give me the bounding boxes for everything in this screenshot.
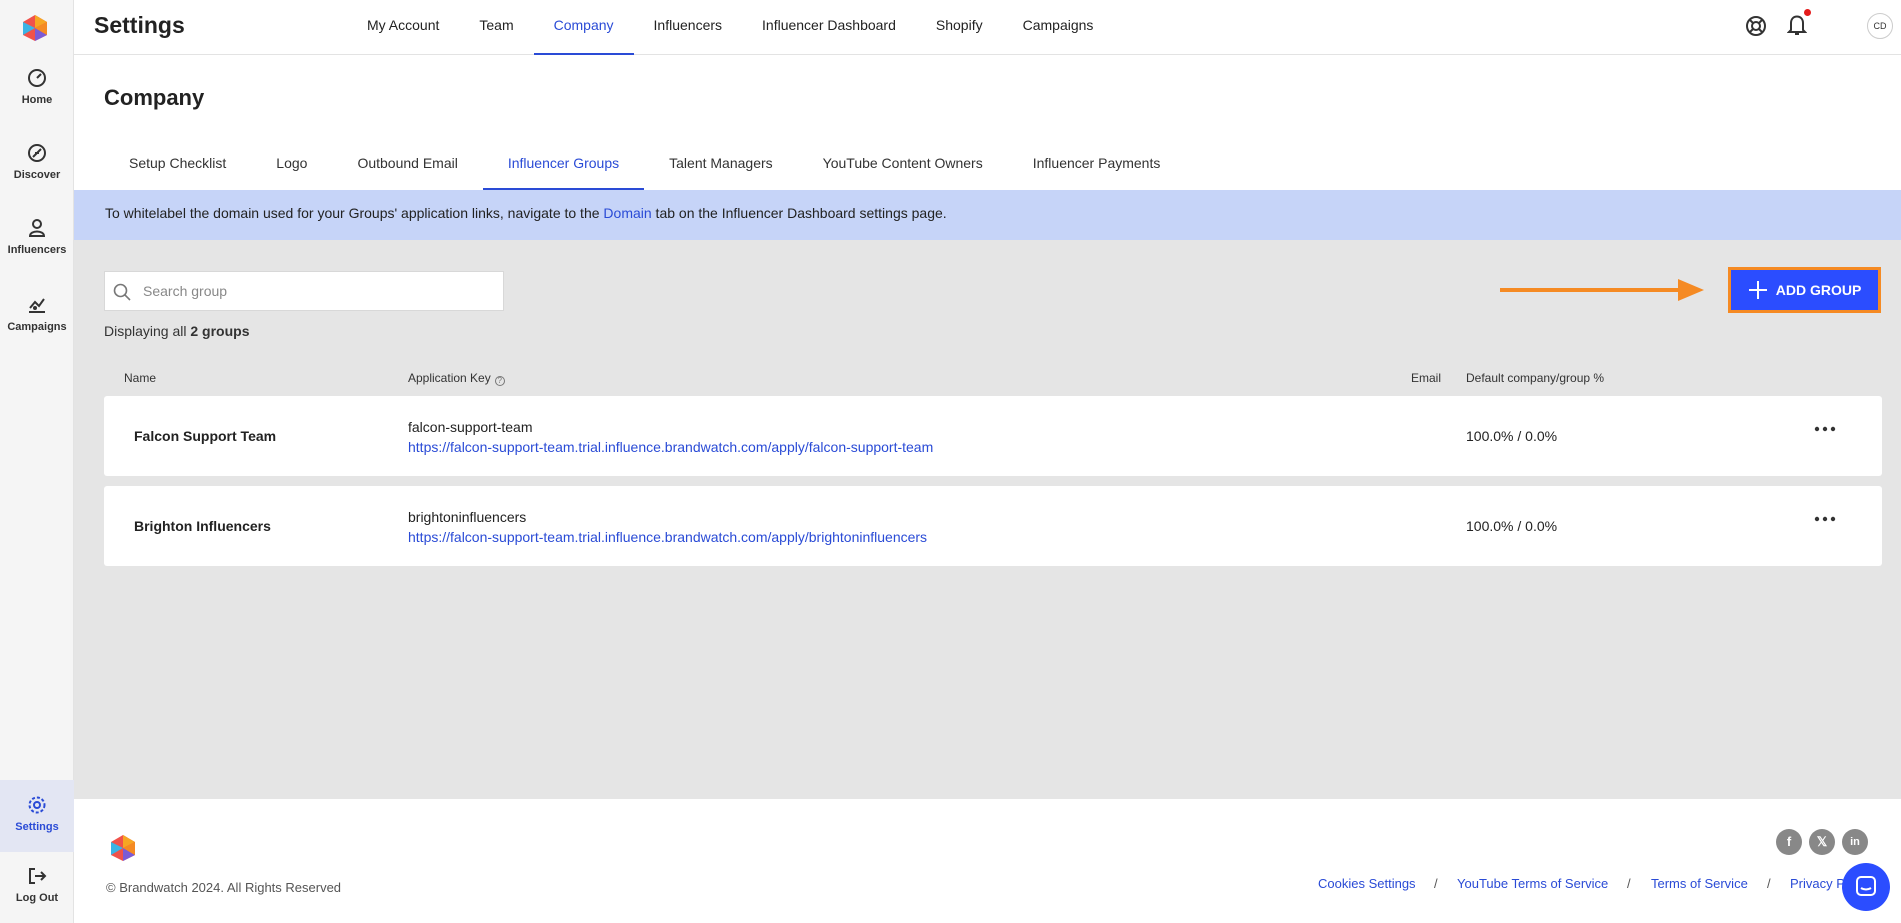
sidebar-item-label: Log Out: [15, 892, 59, 904]
tab-company[interactable]: Company: [533, 0, 634, 55]
sidebar-item-label: Influencers: [7, 244, 67, 256]
copyright: © Brandwatch 2024. All Rights Reserved: [106, 880, 342, 895]
link-separator: /: [1767, 876, 1771, 891]
column-header-name: Name: [124, 371, 157, 385]
add-group-label: ADD GROUP: [1775, 282, 1862, 298]
company-subtabs: Setup Checklist Logo Outbound Email Infl…: [104, 143, 1185, 190]
subtab-influencer-payments[interactable]: Influencer Payments: [1008, 143, 1186, 190]
subtab-setup-checklist[interactable]: Setup Checklist: [104, 143, 251, 190]
column-header-default-pct: Default company/group %: [1466, 371, 1605, 385]
count-prefix: Displaying all: [104, 323, 191, 339]
footer: © Brandwatch 2024. All Rights Reserved f…: [74, 799, 1901, 923]
default-percentage: 100.0% / 0.0%: [1466, 428, 1558, 444]
count-value: 2 groups: [190, 323, 250, 339]
subtab-youtube-content-owners[interactable]: YouTube Content Owners: [798, 143, 1008, 190]
tab-team[interactable]: Team: [459, 0, 533, 55]
table-row[interactable]: Brighton Influencers brightoninfluencers…: [104, 486, 1882, 566]
table-row[interactable]: Falcon Support Team falcon-support-team …: [104, 396, 1882, 476]
home-icon: [28, 69, 46, 87]
logout-icon: [29, 868, 47, 884]
compass-icon: [28, 144, 46, 162]
column-header-email: Email: [1411, 371, 1442, 385]
application-key: falcon-support-team: [408, 419, 533, 435]
bell-icon[interactable]: [1787, 13, 1807, 37]
application-link[interactable]: https://falcon-support-team.trial.influe…: [408, 439, 933, 455]
person-icon: [28, 219, 46, 237]
x-twitter-icon[interactable]: 𝕏: [1809, 829, 1835, 855]
search-input[interactable]: [143, 272, 498, 310]
plus-icon: [1748, 281, 1767, 299]
sidebar-item-home[interactable]: Home: [0, 68, 74, 130]
subtab-logo[interactable]: Logo: [251, 143, 332, 190]
sidebar-item-label: Discover: [13, 169, 61, 181]
linkedin-icon[interactable]: in: [1842, 829, 1868, 855]
chat-widget-button[interactable]: [1842, 863, 1890, 911]
youtube-terms-link[interactable]: YouTube Terms of Service: [1457, 876, 1608, 891]
domain-link[interactable]: Domain: [603, 205, 651, 221]
sidebar: Home Discover Influencers Campaigns Sett…: [0, 0, 74, 923]
cookies-settings-link[interactable]: Cookies Settings: [1318, 876, 1416, 891]
sidebar-item-logout[interactable]: Log Out: [0, 866, 74, 923]
tab-campaigns[interactable]: Campaigns: [1003, 0, 1114, 55]
tab-my-account[interactable]: My Account: [347, 0, 459, 55]
search-icon: [113, 283, 131, 301]
sidebar-item-settings[interactable]: Settings: [0, 780, 74, 852]
arrow-annotation-icon: [1500, 279, 1704, 301]
group-name: Falcon Support Team: [134, 428, 277, 444]
default-percentage: 100.0% / 0.0%: [1466, 518, 1558, 534]
page-title: Company: [104, 85, 205, 110]
sidebar-item-campaigns[interactable]: Campaigns: [0, 295, 74, 357]
campaign-chart-icon: [29, 298, 45, 313]
chat-icon: [1856, 876, 1876, 896]
app-title: Settings: [94, 12, 185, 38]
subtab-talent-managers[interactable]: Talent Managers: [644, 143, 798, 190]
tab-shopify[interactable]: Shopify: [916, 0, 1003, 55]
notice-text-before: To whitelabel the domain used for your G…: [105, 205, 604, 221]
facebook-icon[interactable]: f: [1776, 829, 1802, 855]
brandwatch-footer-logo: [111, 835, 135, 861]
add-group-button[interactable]: ADD GROUP: [1728, 267, 1881, 313]
tab-influencers[interactable]: Influencers: [634, 0, 742, 55]
avatar[interactable]: CD: [1867, 13, 1893, 39]
terms-of-service-link[interactable]: Terms of Service: [1651, 876, 1748, 891]
more-options-icon[interactable]: [1814, 424, 1836, 434]
brandwatch-logo[interactable]: [22, 14, 48, 42]
application-key-label: Application Key: [408, 371, 491, 385]
sidebar-item-label: Home: [21, 94, 53, 106]
sidebar-item-label: Campaigns: [7, 321, 67, 333]
more-options-icon[interactable]: [1814, 514, 1836, 524]
notification-dot: [1804, 9, 1811, 16]
application-link[interactable]: https://falcon-support-team.trial.influe…: [408, 529, 927, 545]
gear-icon: [28, 796, 46, 814]
privacy-policy-link[interactable]: Privacy P: [1790, 876, 1845, 891]
column-header-application-key: Application Key?: [408, 371, 505, 386]
top-bar: Settings My Account Team Company Influen…: [74, 0, 1901, 55]
help-question-icon[interactable]: ?: [494, 376, 505, 386]
group-name: Brighton Influencers: [134, 518, 271, 534]
link-separator: /: [1627, 876, 1631, 891]
search-group-box: [104, 271, 504, 311]
link-separator: /: [1434, 876, 1438, 891]
application-key: brightoninfluencers: [408, 509, 527, 525]
notice-text-after: tab on the Influencer Dashboard settings…: [651, 205, 947, 221]
domain-notice-banner: To whitelabel the domain used for your G…: [74, 190, 1901, 240]
subtab-outbound-email[interactable]: Outbound Email: [332, 143, 482, 190]
sidebar-item-influencers[interactable]: Influencers: [0, 218, 74, 280]
sidebar-item-discover[interactable]: Discover: [0, 143, 74, 205]
subtab-influencer-groups[interactable]: Influencer Groups: [482, 143, 645, 190]
help-lifebuoy-icon[interactable]: [1745, 15, 1767, 37]
top-nav: My Account Team Company Influencers Infl…: [347, 0, 1113, 55]
groups-count: Displaying all 2 groups: [104, 323, 250, 339]
sidebar-item-label: Settings: [15, 821, 59, 833]
tab-influencer-dashboard[interactable]: Influencer Dashboard: [742, 0, 916, 55]
